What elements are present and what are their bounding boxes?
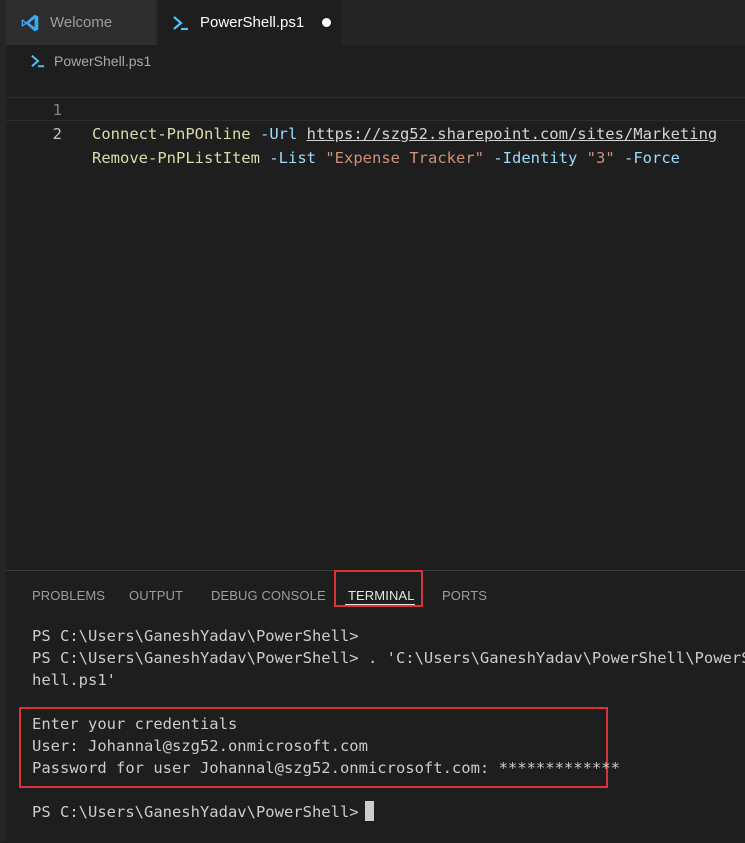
line-number: 2 xyxy=(52,125,62,143)
code-line-1[interactable]: 1 Connect-PnPOnline -Url https://szg52.s… xyxy=(6,74,745,143)
url-link[interactable]: https://szg52.sharepoint.com/sites/Marke… xyxy=(307,125,718,143)
tab-debug-console[interactable]: DEBUG CONSOLE xyxy=(211,588,326,608)
cmdlet-token: Remove-PnPListItem xyxy=(92,149,260,167)
tab-powershell-label: PowerShell.ps1 xyxy=(200,14,305,31)
powershell-icon xyxy=(31,55,45,68)
tab-welcome[interactable]: Welcome xyxy=(6,0,156,45)
tab-welcome-label: Welcome xyxy=(50,14,113,31)
tab-powershell[interactable]: PowerShell.ps1 xyxy=(158,0,341,45)
terminal-line: hell.ps1' xyxy=(32,671,116,689)
cmdlet-token: Connect-PnPOnline xyxy=(92,125,251,143)
tab-ports[interactable]: PORTS xyxy=(442,588,487,608)
string-token: "3" xyxy=(586,149,615,167)
bottom-panel: PROBLEMS OUTPUT DEBUG CONSOLE TERMINAL P… xyxy=(6,570,745,843)
terminal-line: Password for user Johannal@szg52.onmicro… xyxy=(32,759,620,777)
code-line-2[interactable]: 2 Remove-PnPListItem -List "Expense Trac… xyxy=(6,97,745,167)
parameter-token: -Url xyxy=(259,125,298,143)
terminal-tab-highlight-box xyxy=(334,570,423,607)
editor-tab-bar: Welcome PowerShell.ps1 xyxy=(6,0,745,45)
string-token: "Expense Tracker" xyxy=(325,149,484,167)
terminal-prompt: PS C:\Users\GaneshYadav\PowerShell> xyxy=(32,803,359,821)
terminal-cursor xyxy=(364,801,374,821)
tab-output[interactable]: OUTPUT xyxy=(129,588,183,608)
terminal-line: Enter your credentials xyxy=(32,715,238,733)
vscode-logo-icon xyxy=(21,14,39,31)
breadcrumb-file[interactable]: PowerShell.ps1 xyxy=(54,53,151,69)
terminal-line: User: Johannal@szg52.onmicrosoft.com xyxy=(32,737,368,755)
terminal-line: PS C:\Users\GaneshYadav\PowerShell> . 'C… xyxy=(32,649,745,667)
parameter-token: -Force xyxy=(624,149,681,167)
parameter-token: -Identity xyxy=(493,149,578,167)
tab-problems[interactable]: PROBLEMS xyxy=(32,588,105,608)
parameter-token: -List xyxy=(269,149,316,167)
breadcrumb[interactable]: PowerShell.ps1 xyxy=(30,50,151,72)
unsaved-dot-icon[interactable] xyxy=(322,18,331,27)
terminal-prompt-line[interactable]: PS C:\Users\GaneshYadav\PowerShell> xyxy=(32,801,374,823)
powershell-icon xyxy=(173,15,188,30)
terminal-line: PS C:\Users\GaneshYadav\PowerShell> xyxy=(32,627,359,645)
